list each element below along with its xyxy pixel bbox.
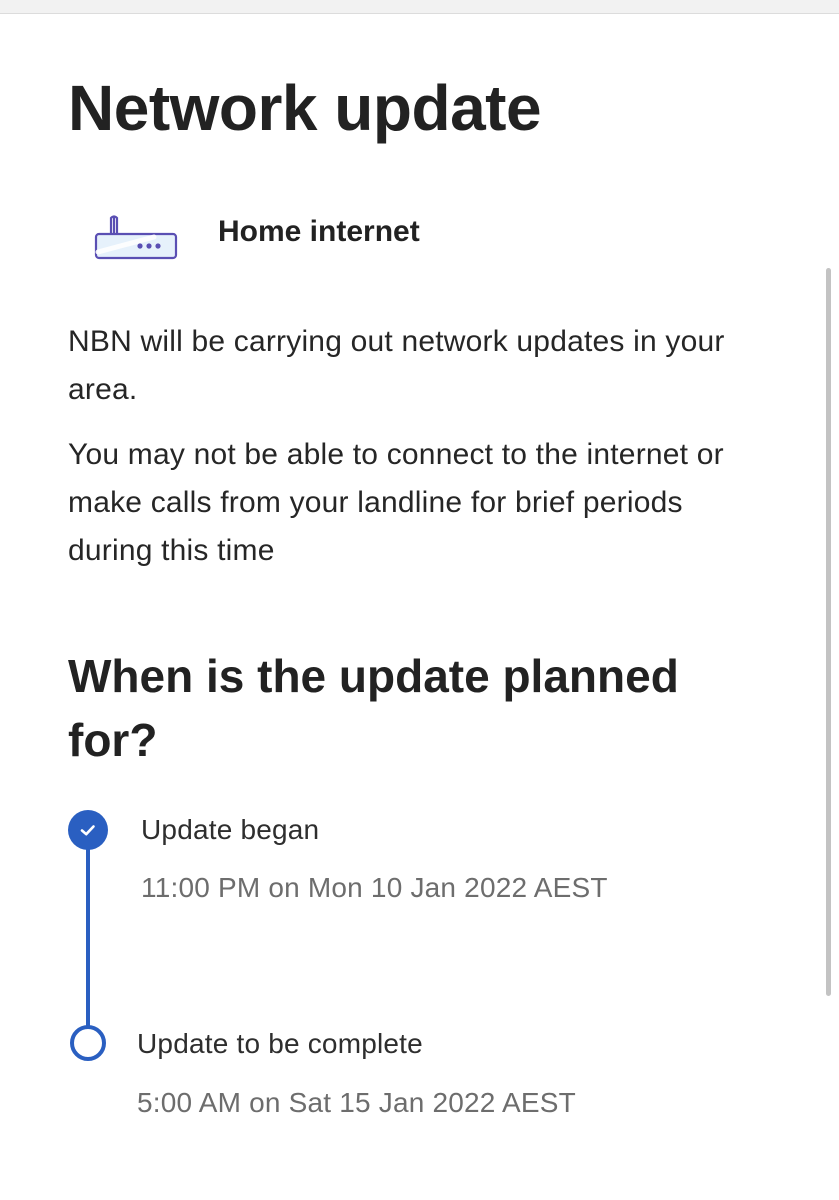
step-2-time: 5:00 AM on Sat 15 Jan 2022 AEST — [137, 1087, 576, 1118]
step-1-time: 11:00 PM on Mon 10 Jan 2022 AEST — [141, 872, 608, 903]
check-icon — [68, 810, 108, 850]
top-bar — [0, 0, 839, 14]
router-icon — [94, 214, 178, 260]
timeline-connector — [86, 830, 90, 1044]
page-title: Network update — [68, 72, 542, 144]
schedule-heading: When is the update planned for? — [68, 650, 679, 766]
step-2-label: Update to be complete — [137, 1028, 423, 1059]
service-name: Home internet — [218, 215, 420, 248]
scrollbar[interactable] — [826, 268, 831, 996]
update-timeline: Update began 11:00 PM on Mon 10 Jan 2022… — [68, 808, 768, 1128]
step-1-label: Update began — [141, 814, 320, 845]
notice-paragraph-2: You may not be able to connect to the in… — [68, 438, 724, 567]
notice-paragraph-1: NBN will be carrying out network updates… — [68, 325, 725, 406]
network-update-page: Network update Home internet NBN will be… — [0, 0, 839, 1200]
service-row: Home internet — [68, 200, 668, 280]
empty-circle-icon — [70, 1025, 106, 1061]
